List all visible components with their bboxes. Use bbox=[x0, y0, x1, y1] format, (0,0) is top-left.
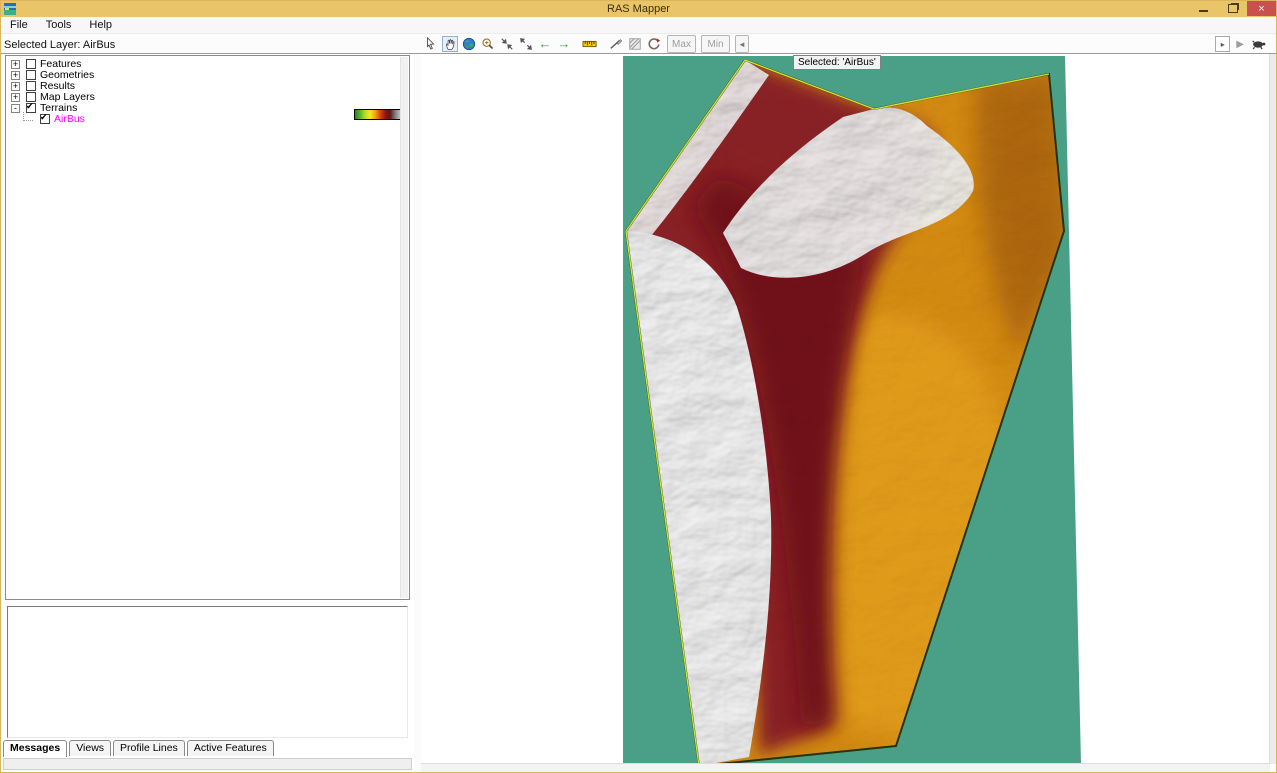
expander-map-layers[interactable]: + bbox=[11, 93, 20, 102]
pan-tool-button[interactable] bbox=[442, 36, 458, 52]
menu-help[interactable]: Help bbox=[80, 18, 121, 32]
messages-panel[interactable] bbox=[7, 606, 408, 738]
pencil-line-icon bbox=[609, 37, 623, 51]
bottom-tabs: Messages Views Profile Lines Active Feat… bbox=[3, 740, 274, 756]
min-button[interactable]: Min bbox=[701, 35, 730, 53]
hand-icon bbox=[444, 38, 457, 51]
toolbar-right-cluster: ▸ ▶ bbox=[1215, 36, 1268, 52]
map-horizontal-scrollbar[interactable] bbox=[421, 763, 1270, 772]
selected-layer-label: Selected Layer: AirBus bbox=[4, 39, 115, 51]
rotate-swirl-icon bbox=[647, 37, 661, 51]
ras-mapper-window: RAS Mapper × File Tools Help Selected La… bbox=[0, 0, 1277, 773]
tree-scrollbar[interactable] bbox=[400, 57, 408, 598]
checkbox-airbus[interactable]: ✔ bbox=[40, 114, 50, 124]
play-animation-button[interactable]: ▶ bbox=[1236, 39, 1244, 50]
map-view[interactable]: Selected: 'AirBus' bbox=[421, 54, 1276, 772]
map-toolbar: ← → Max Min ◄ bbox=[423, 35, 749, 53]
max-button[interactable]: Max bbox=[667, 35, 696, 53]
tree-row-geometries: + Geometries bbox=[6, 70, 409, 80]
map-tooltip: Selected: 'AirBus' bbox=[793, 55, 881, 70]
ruler-icon bbox=[582, 37, 598, 51]
next-view-button[interactable]: → bbox=[556, 36, 572, 52]
terrain-map-canvas[interactable] bbox=[421, 55, 1276, 772]
check-icon: ✔ bbox=[26, 101, 34, 112]
menu-file[interactable]: File bbox=[1, 18, 37, 32]
zoom-in-button[interactable] bbox=[480, 36, 496, 52]
menu-bar: File Tools Help bbox=[1, 17, 1276, 33]
info-toolbar-row: Selected Layer: AirBus ← → bbox=[1, 33, 1276, 54]
zoom-out-button[interactable] bbox=[499, 36, 515, 52]
close-button[interactable]: × bbox=[1247, 1, 1276, 16]
layer-tree-panel: + Features + Geometries + Results + bbox=[5, 55, 410, 600]
minimize-button[interactable] bbox=[1189, 1, 1218, 16]
maximize-icon bbox=[1228, 4, 1238, 13]
status-strip bbox=[3, 758, 412, 770]
main-content: + Features + Geometries + Results + bbox=[1, 53, 1276, 772]
tree-row-airbus: ✔ AirBus bbox=[6, 114, 409, 124]
tab-views[interactable]: Views bbox=[69, 740, 111, 756]
animation-speed-turtle-icon[interactable] bbox=[1250, 39, 1268, 50]
globe-icon bbox=[462, 37, 476, 51]
tree-row-features: + Features bbox=[6, 59, 409, 69]
full-extent-button[interactable] bbox=[518, 36, 534, 52]
minimize-icon bbox=[1199, 10, 1208, 12]
zoom-extents-button[interactable] bbox=[461, 36, 477, 52]
menu-tools[interactable]: Tools bbox=[37, 18, 81, 32]
maximize-button[interactable] bbox=[1218, 1, 1247, 16]
tab-messages[interactable]: Messages bbox=[3, 740, 67, 757]
pointer-icon bbox=[424, 37, 438, 51]
tab-active-features[interactable]: Active Features bbox=[187, 740, 274, 756]
tab-profile-lines[interactable]: Profile Lines bbox=[113, 740, 185, 756]
expander-results[interactable]: + bbox=[11, 82, 20, 91]
map-vertical-scrollbar[interactable] bbox=[1269, 54, 1276, 764]
previous-view-button[interactable]: ← bbox=[537, 36, 553, 52]
left-arrow-icon: ← bbox=[539, 37, 552, 51]
watershed-tool-button[interactable] bbox=[646, 36, 662, 52]
left-panel: + Features + Geometries + Results + bbox=[1, 54, 414, 772]
arrows-outward-icon bbox=[519, 37, 533, 51]
right-arrow-icon: → bbox=[558, 37, 571, 51]
terrain-display-button[interactable] bbox=[627, 36, 643, 52]
collapse-arrow-button[interactable]: ◄ bbox=[735, 35, 749, 53]
check-icon: ✔ bbox=[40, 112, 48, 123]
expand-panel-button[interactable]: ▸ bbox=[1215, 36, 1230, 52]
expander-terrains[interactable]: - bbox=[11, 104, 20, 113]
tree-row-results: + Results bbox=[6, 81, 409, 91]
select-tool-button[interactable] bbox=[423, 36, 439, 52]
checkbox-features[interactable] bbox=[26, 59, 36, 69]
profile-line-tool-button[interactable] bbox=[608, 36, 624, 52]
title-bar[interactable]: RAS Mapper × bbox=[1, 1, 1276, 17]
arrows-inward-icon bbox=[500, 37, 514, 51]
window-title: RAS Mapper bbox=[1, 3, 1276, 15]
terrain-color-ramp-legend bbox=[354, 109, 406, 120]
measure-tool-button[interactable] bbox=[582, 36, 598, 52]
expander-geometries[interactable]: + bbox=[11, 71, 20, 80]
expander-features[interactable]: + bbox=[11, 60, 20, 69]
checkbox-terrains[interactable]: ✔ bbox=[26, 103, 36, 113]
panel-splitter[interactable] bbox=[414, 54, 421, 772]
magnifier-plus-icon bbox=[481, 37, 495, 51]
tree-row-terrains: - ✔ Terrains bbox=[6, 103, 409, 113]
layer-label-airbus[interactable]: AirBus bbox=[54, 113, 85, 125]
hatch-square-icon bbox=[628, 37, 642, 51]
checkbox-results[interactable] bbox=[26, 81, 36, 91]
checkbox-geometries[interactable] bbox=[26, 70, 36, 80]
tree-row-map-layers: + Map Layers bbox=[6, 92, 409, 102]
